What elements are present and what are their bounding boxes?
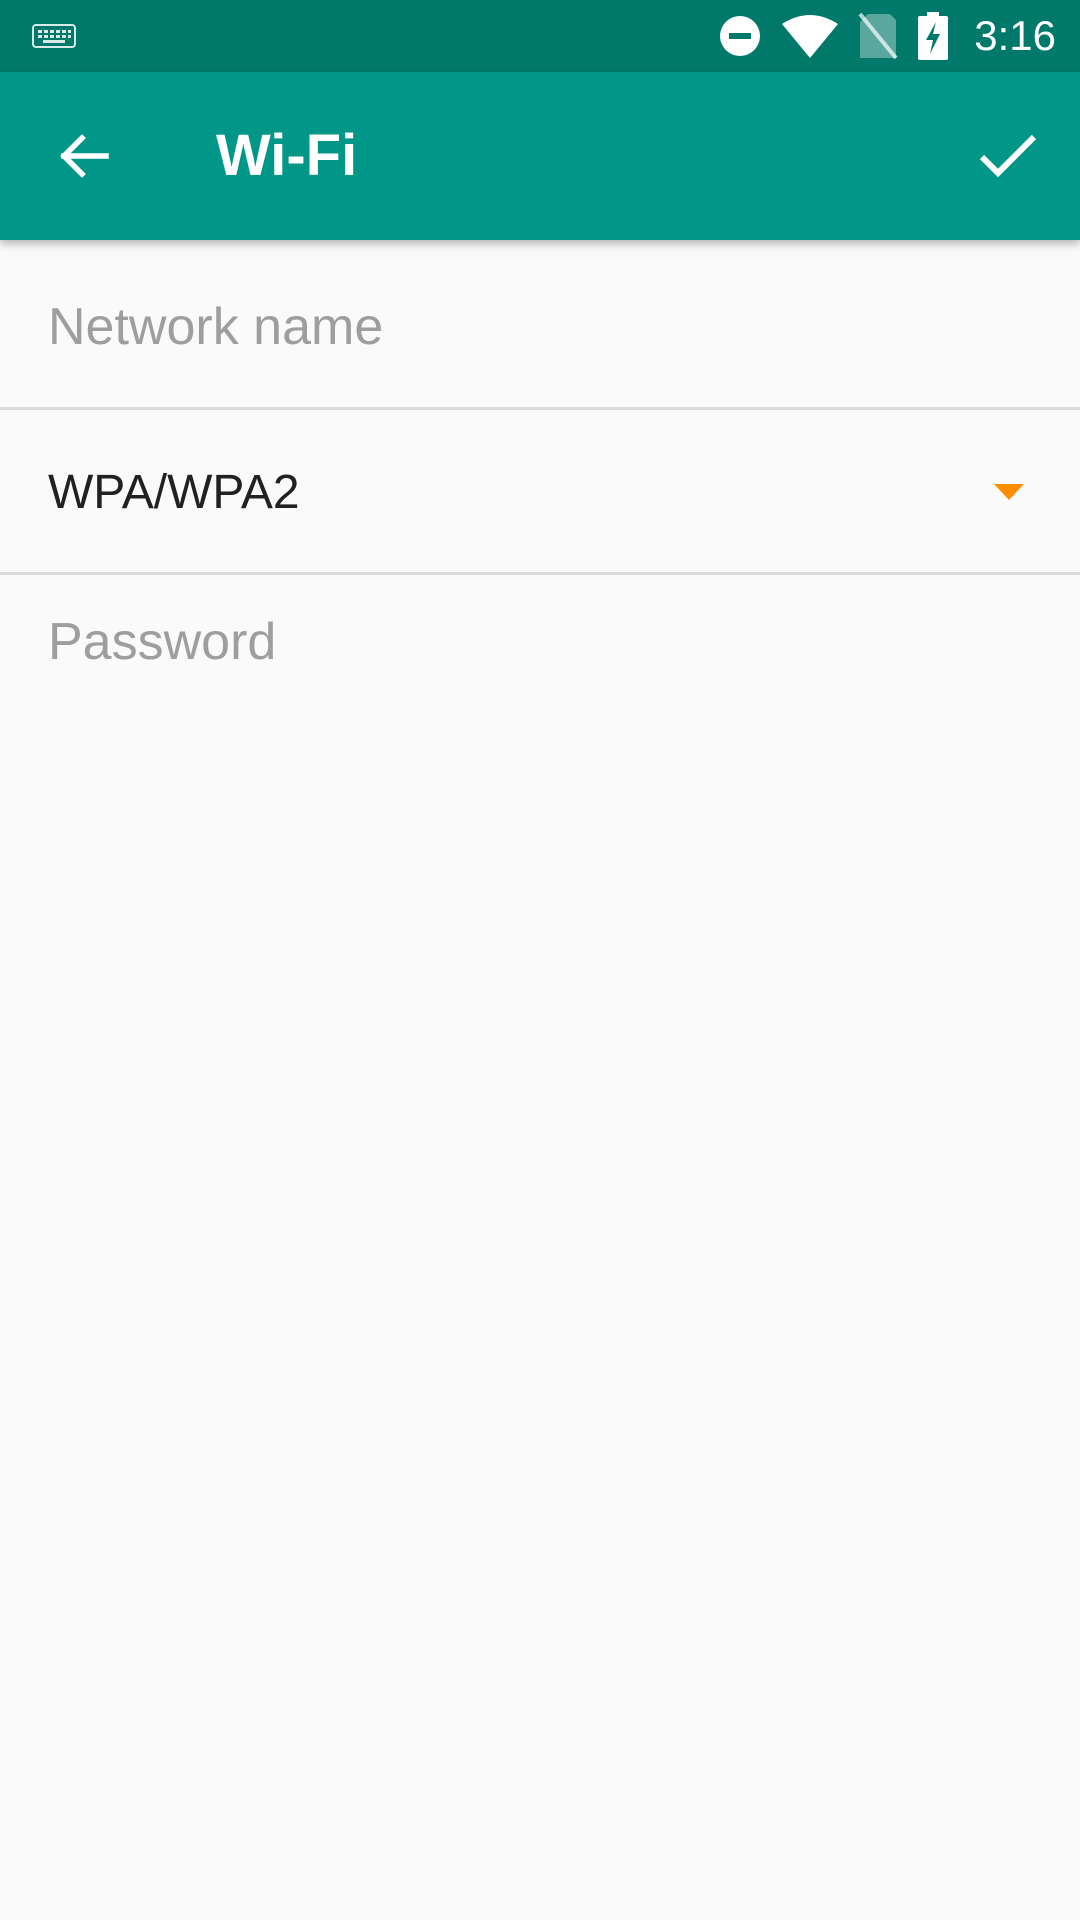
app-bar: Wi-Fi xyxy=(0,72,1080,240)
dropdown-arrow-icon xyxy=(994,484,1024,500)
no-sim-icon xyxy=(858,12,898,60)
security-selected-value: WPA/WPA2 xyxy=(48,466,300,519)
status-icons: 3:16 xyxy=(718,0,1056,72)
page-title: Wi-Fi xyxy=(216,123,358,188)
network-name-input[interactable] xyxy=(48,290,1008,364)
arrow-back-icon xyxy=(60,134,109,178)
wifi-form: WPA/WPA2 xyxy=(0,240,1080,745)
status-time: 3:16 xyxy=(974,12,1056,59)
network-name-row xyxy=(0,240,1080,410)
password-input[interactable] xyxy=(48,605,1008,679)
save-button[interactable] xyxy=(960,108,1056,204)
check-icon xyxy=(979,134,1037,178)
status-bar: 3:16 xyxy=(0,0,1080,72)
keyboard-icon xyxy=(32,24,76,48)
battery-charging-icon xyxy=(918,12,949,60)
password-row xyxy=(0,575,1080,745)
wifi-icon xyxy=(782,15,839,58)
do-not-disturb-icon xyxy=(720,16,761,56)
back-button[interactable] xyxy=(36,108,132,204)
security-dropdown[interactable]: WPA/WPA2 xyxy=(0,410,1080,575)
